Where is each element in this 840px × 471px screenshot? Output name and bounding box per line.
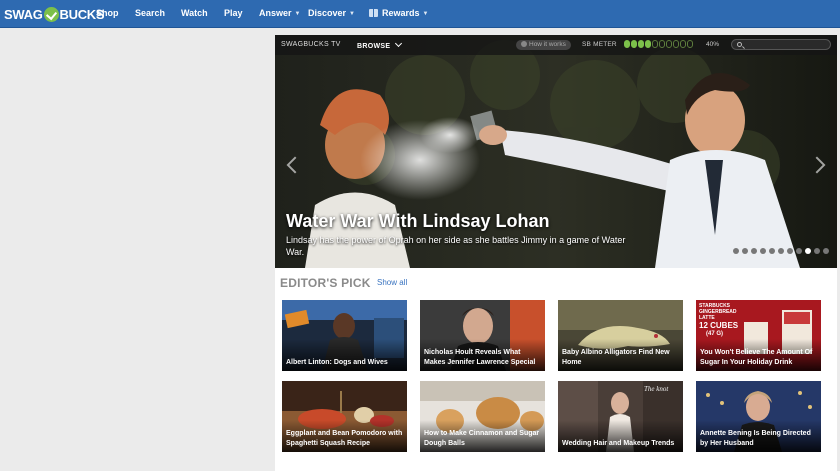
- logo-check-icon: [43, 6, 59, 22]
- carousel-dot[interactable]: [796, 248, 802, 254]
- video-tile[interactable]: Baby Albino Alligators Find New Home: [558, 300, 683, 371]
- chevron-down-icon: ▼: [349, 11, 355, 17]
- browse-button[interactable]: BROWSE: [357, 39, 403, 50]
- swagbucks-tv-title: SWAGBUCKS TV: [281, 41, 341, 48]
- nav-play[interactable]: Play: [224, 8, 243, 18]
- swagbucks-logo[interactable]: SWAG BUCKS: [4, 5, 105, 23]
- nav-answer[interactable]: Answer ▼: [259, 8, 300, 18]
- sb-meter-dot: [666, 40, 672, 48]
- carousel-dot[interactable]: [742, 248, 748, 254]
- carousel-dot[interactable]: [823, 248, 829, 254]
- carousel-dot[interactable]: [751, 248, 757, 254]
- nav-watch[interactable]: Watch: [181, 8, 208, 18]
- nav-shop[interactable]: Shop: [96, 8, 119, 18]
- chevron-down-icon: ▼: [294, 11, 301, 17]
- carousel-dot[interactable]: [805, 248, 811, 254]
- tile-caption: Annette Bening Is Being Directed by Her …: [700, 430, 811, 447]
- sb-meter-dot: [673, 40, 679, 48]
- tile-caption: Albert Linton: Dogs and Wives: [286, 358, 388, 366]
- tile-caption: Nicholas Hoult Reveals What Makes Jennif…: [424, 349, 536, 366]
- tile-overlay-label: STARBUCKS GINGERBREAD LATTE: [699, 303, 737, 321]
- chevron-down-icon: [395, 39, 403, 48]
- tile-caption: You Won't Believe The Amount Of Sugar In…: [700, 349, 813, 366]
- hero-title[interactable]: Water War With Lindsay Lohan: [286, 211, 550, 232]
- carousel-dot[interactable]: [787, 248, 793, 254]
- video-tile[interactable]: STARBUCKS GINGERBREAD LATTE 12 CUBES (47…: [696, 300, 821, 371]
- nav-search[interactable]: Search: [135, 8, 165, 18]
- how-it-works-button[interactable]: How it works: [516, 40, 571, 50]
- video-search[interactable]: [731, 39, 831, 50]
- tile-caption: How to Make Cinnamon and Sugar Dough Bal…: [424, 430, 540, 447]
- browse-label: BROWSE: [357, 43, 391, 50]
- how-it-works-label: How it works: [529, 41, 566, 48]
- nav-rewards[interactable]: Rewards ▼: [369, 8, 428, 18]
- carousel-pager: [733, 248, 829, 254]
- video-tile[interactable]: Albert Linton: Dogs and Wives: [282, 300, 407, 371]
- carousel-dot[interactable]: [760, 248, 766, 254]
- video-tile[interactable]: The knot Wedding Hair and Makeup Trends: [558, 381, 683, 452]
- search-icon: [737, 42, 742, 47]
- video-tile[interactable]: Eggplant and Bean Pomodoro with Spaghett…: [282, 381, 407, 452]
- tile-caption: Wedding Hair and Makeup Trends: [562, 439, 675, 447]
- carousel-dot[interactable]: [814, 248, 820, 254]
- sb-meter-dot: [624, 40, 630, 48]
- top-nav: SWAG BUCKS Shop Search Watch Play Answer…: [0, 0, 840, 28]
- main-panel: SWAGBUCKS TV BROWSE How it works SB METE…: [275, 35, 837, 471]
- chevron-down-icon: ▼: [422, 11, 429, 17]
- video-search-input[interactable]: [746, 40, 828, 49]
- tile-caption: Baby Albino Alligators Find New Home: [562, 349, 670, 366]
- tile-overlay-sub: (47 G): [706, 331, 724, 337]
- tile-caption: Eggplant and Bean Pomodoro with Spaghett…: [286, 430, 403, 447]
- video-tile[interactable]: How to Make Cinnamon and Sugar Dough Bal…: [420, 381, 545, 452]
- sb-meter-dot: [631, 40, 637, 48]
- sb-meter-dot: [638, 40, 644, 48]
- sb-meter-label: SB METER: [582, 41, 617, 48]
- gift-icon: [369, 9, 378, 17]
- sb-meter: [624, 40, 693, 48]
- the-knot-logo: The knot: [644, 385, 669, 393]
- logo-text-left: SWAG: [4, 6, 43, 22]
- sb-meter-percent: 40%: [706, 41, 720, 48]
- sb-meter-dot: [687, 40, 693, 48]
- editors-pick-heading: EDITOR'S PICK: [280, 276, 371, 290]
- sb-meter-dot: [652, 40, 658, 48]
- nav-discover[interactable]: Discover ▼: [308, 8, 355, 18]
- hero-description: Lindsay has the power of Oprah on her si…: [286, 235, 626, 257]
- carousel-dot[interactable]: [778, 248, 784, 254]
- video-tile[interactable]: Nicholas Hoult Reveals What Makes Jennif…: [420, 300, 545, 371]
- video-tile[interactable]: Annette Bening Is Being Directed by Her …: [696, 381, 821, 452]
- hero-video[interactable]: SWAGBUCKS TV BROWSE How it works SB METE…: [275, 35, 837, 268]
- sb-meter-dot: [659, 40, 665, 48]
- info-icon: [521, 40, 527, 47]
- show-all-link[interactable]: Show all: [377, 278, 407, 287]
- tile-overlay-value: 12 CUBES: [699, 321, 739, 330]
- sb-meter-dot: [680, 40, 686, 48]
- sb-meter-dot: [645, 40, 651, 48]
- tv-toolbar: SWAGBUCKS TV BROWSE How it works SB METE…: [275, 35, 837, 55]
- carousel-dot[interactable]: [733, 248, 739, 254]
- carousel-dot[interactable]: [769, 248, 775, 254]
